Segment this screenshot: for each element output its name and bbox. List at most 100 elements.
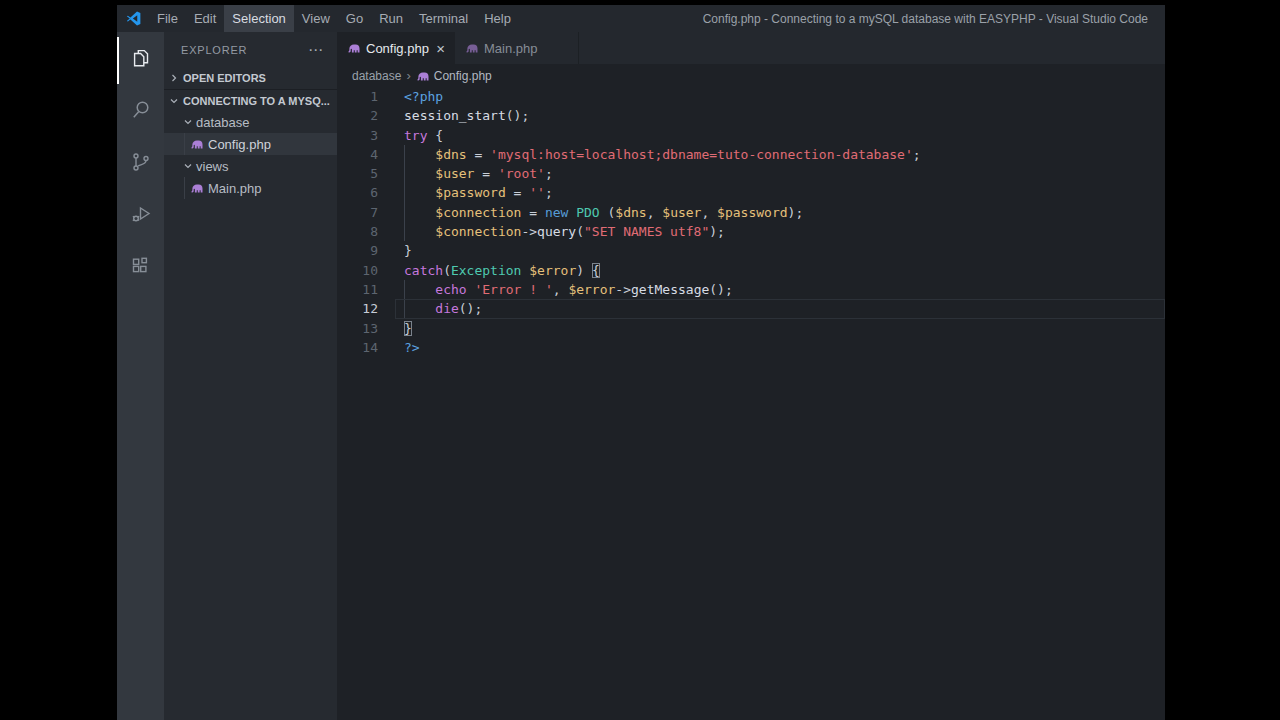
code-line-9[interactable]: 9} bbox=[337, 241, 1165, 260]
breadcrumb-file[interactable]: Config.php bbox=[434, 69, 492, 83]
menu-view[interactable]: View bbox=[294, 5, 338, 32]
indent-guide bbox=[184, 133, 185, 155]
breadcrumb-separator: › bbox=[406, 68, 410, 83]
sidebar-title: EXPLORER bbox=[181, 44, 247, 56]
active-view-indicator bbox=[117, 37, 119, 84]
tree-item-database[interactable]: database bbox=[164, 111, 337, 133]
tree-item-config-php[interactable]: Config.php bbox=[164, 133, 337, 155]
line-number: 11 bbox=[337, 280, 395, 299]
section-connecting-to-a-mysq-[interactable]: CONNECTING TO A MYSQ... bbox=[164, 89, 337, 111]
code-editor[interactable]: 1<?php2session_start();3try {4 $dns = 'm… bbox=[337, 87, 1165, 720]
tree-item-main-php[interactable]: Main.php bbox=[164, 177, 337, 199]
code-line-3[interactable]: 3try { bbox=[337, 126, 1165, 145]
sidebar-header: EXPLORER ⋯ bbox=[164, 32, 337, 67]
code-line-4[interactable]: 4 $dns = 'mysql:host=localhost;dbname=tu… bbox=[337, 145, 1165, 164]
line-content: session_start(); bbox=[395, 106, 1165, 125]
line-number: 10 bbox=[337, 261, 395, 280]
indent-guide bbox=[404, 183, 405, 202]
php-icon bbox=[465, 41, 479, 55]
menu-run[interactable]: Run bbox=[371, 5, 411, 32]
vscode-logo-icon bbox=[126, 11, 141, 26]
php-icon bbox=[190, 181, 204, 195]
menu-help[interactable]: Help bbox=[476, 5, 519, 32]
menu-go[interactable]: Go bbox=[338, 5, 371, 32]
code-line-8[interactable]: 8 $connection->query("SET NAMES utf8"); bbox=[337, 222, 1165, 241]
indent-guide bbox=[404, 222, 405, 241]
code-line-6[interactable]: 6 $password = ''; bbox=[337, 183, 1165, 202]
line-number: 9 bbox=[337, 241, 395, 260]
line-content: $user = 'root'; bbox=[395, 164, 1165, 183]
vscode-window: FileEditSelectionViewGoRunTerminalHelp C… bbox=[117, 5, 1165, 720]
tab-bar: Config.php×Main.php bbox=[337, 32, 1165, 64]
breadcrumb: database › Config.php bbox=[337, 64, 1165, 87]
line-number: 4 bbox=[337, 145, 395, 164]
search-icon[interactable] bbox=[117, 84, 164, 136]
php-icon bbox=[416, 69, 430, 83]
line-content: $password = ''; bbox=[395, 183, 1165, 202]
line-content: die(); bbox=[395, 299, 1165, 318]
tab-main-php[interactable]: Main.php bbox=[455, 32, 579, 64]
line-content: ?> bbox=[395, 338, 1165, 357]
chevron-down-icon bbox=[183, 161, 193, 171]
indent-guide bbox=[184, 177, 185, 199]
menu-selection[interactable]: Selection bbox=[224, 5, 293, 32]
line-number: 7 bbox=[337, 203, 395, 222]
tree-item-views[interactable]: views bbox=[164, 155, 337, 177]
chevron-down-icon bbox=[169, 96, 179, 106]
line-number: 5 bbox=[337, 164, 395, 183]
line-content: $dns = 'mysql:host=localhost;dbname=tuto… bbox=[395, 145, 1165, 164]
code-line-7[interactable]: 7 $connection = new PDO ($dns, $user, $p… bbox=[337, 203, 1165, 222]
menu-edit[interactable]: Edit bbox=[186, 5, 224, 32]
line-number: 1 bbox=[337, 87, 395, 106]
line-content: <?php bbox=[395, 87, 1165, 106]
indent-guide bbox=[404, 145, 405, 164]
code-line-5[interactable]: 5 $user = 'root'; bbox=[337, 164, 1165, 183]
line-number: 6 bbox=[337, 183, 395, 202]
line-number: 14 bbox=[337, 338, 395, 357]
code-line-1[interactable]: 1<?php bbox=[337, 87, 1165, 106]
editor-group: Config.php×Main.php database › Config.ph… bbox=[337, 32, 1165, 720]
chevron-right-icon bbox=[169, 73, 179, 83]
php-icon bbox=[190, 137, 204, 151]
menu-terminal[interactable]: Terminal bbox=[411, 5, 476, 32]
workbench: EXPLORER ⋯ OPEN EDITORSCONNECTING TO A M… bbox=[117, 32, 1165, 720]
indent-guide bbox=[404, 280, 405, 299]
line-content: try { bbox=[395, 126, 1165, 145]
line-content: $connection = new PDO ($dns, $user, $pas… bbox=[395, 203, 1165, 222]
line-content: catch(Exception $error) { bbox=[395, 261, 1165, 280]
line-content: $connection->query("SET NAMES utf8"); bbox=[395, 222, 1165, 241]
sidebar-sections: OPEN EDITORSCONNECTING TO A MYSQ...datab… bbox=[164, 67, 337, 199]
section-open-editors[interactable]: OPEN EDITORS bbox=[164, 67, 337, 89]
code-line-14[interactable]: 14?> bbox=[337, 338, 1165, 357]
code-line-12[interactable]: 12 die(); bbox=[337, 299, 1165, 318]
files-icon[interactable] bbox=[117, 32, 164, 84]
line-number: 12 bbox=[337, 299, 395, 318]
indent-guide bbox=[404, 203, 405, 222]
code-line-13[interactable]: 13} bbox=[337, 319, 1165, 338]
close-icon[interactable]: × bbox=[436, 41, 445, 56]
more-actions-icon[interactable]: ⋯ bbox=[308, 41, 324, 59]
code-line-2[interactable]: 2session_start(); bbox=[337, 106, 1165, 125]
breadcrumb-folder[interactable]: database bbox=[352, 69, 401, 83]
chevron-down-icon bbox=[183, 117, 193, 127]
line-content: } bbox=[395, 319, 1165, 338]
line-content: } bbox=[395, 241, 1165, 260]
source-control-icon[interactable] bbox=[117, 136, 164, 188]
menu-file[interactable]: File bbox=[149, 5, 186, 32]
run-debug-icon[interactable] bbox=[117, 188, 164, 240]
php-icon bbox=[347, 41, 361, 55]
window-title: Config.php - Connecting to a mySQL datab… bbox=[703, 5, 1148, 32]
code-line-10[interactable]: 10catch(Exception $error) { bbox=[337, 261, 1165, 280]
line-number: 3 bbox=[337, 126, 395, 145]
explorer-sidebar: EXPLORER ⋯ OPEN EDITORSCONNECTING TO A M… bbox=[164, 32, 337, 720]
tab-config-php[interactable]: Config.php× bbox=[337, 32, 455, 64]
menu-bar: FileEditSelectionViewGoRunTerminalHelp bbox=[149, 5, 519, 32]
indent-guide bbox=[404, 164, 405, 183]
screen: FileEditSelectionViewGoRunTerminalHelp C… bbox=[0, 0, 1280, 720]
line-content: echo 'Error ! ', $error->getMessage(); bbox=[395, 280, 1165, 299]
code-line-11[interactable]: 11 echo 'Error ! ', $error->getMessage()… bbox=[337, 280, 1165, 299]
line-number: 13 bbox=[337, 319, 395, 338]
extensions-icon[interactable] bbox=[117, 240, 164, 292]
line-number: 2 bbox=[337, 106, 395, 125]
indent-guide bbox=[404, 299, 405, 318]
